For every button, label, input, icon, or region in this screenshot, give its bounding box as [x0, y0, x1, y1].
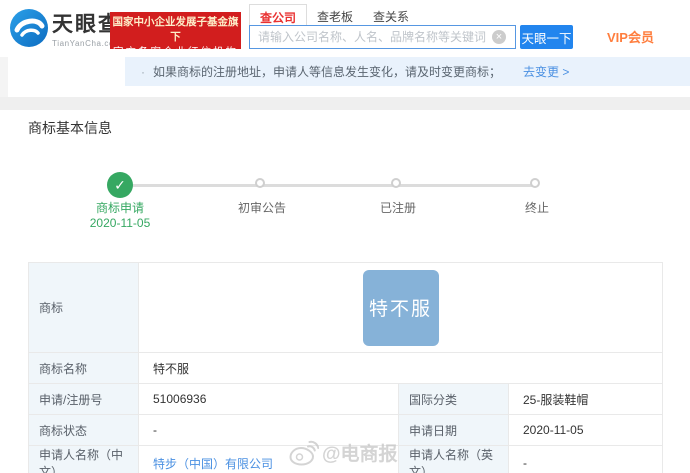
vip-link[interactable]: VIP会员	[607, 27, 654, 46]
trademark-panel: 商标基本信息 ✓ 商标申请 初审公告 已注册 终止 2020-11-05 商标 …	[0, 110, 690, 473]
table-row: 商标名称 特不服	[28, 352, 664, 384]
trademark-image[interactable]: 特不服	[362, 269, 439, 346]
certification-badge: 国家中小企业发展子基金旗下 官方备案企业征信机构	[110, 12, 241, 58]
applicant-en-value: -	[507, 445, 664, 473]
trademark-name-value: 特不服	[137, 352, 664, 384]
intl-class-value: 25-服装鞋帽	[507, 383, 664, 415]
application-date-value: 2020-11-05	[507, 414, 664, 446]
timeline-dot	[255, 178, 265, 188]
timeline-dot	[391, 178, 401, 188]
row-label: 申请人名称（中文）	[28, 445, 139, 473]
table-row: 申请/注册号 51006936 国际分类 25-服装鞋帽	[28, 383, 664, 415]
table-row: 申请人名称（中文） 特步（中国）有限公司 申请人名称（英文） -	[28, 445, 664, 473]
row-label: 申请日期	[398, 414, 509, 446]
left-gutter	[0, 57, 8, 97]
search-tabs: 查公司 查老板 查关系	[249, 4, 419, 25]
row-label: 国际分类	[398, 383, 509, 415]
table-row: 商标 特不服	[28, 262, 664, 353]
section-divider	[0, 97, 690, 110]
timeline-step-label: 已注册	[379, 201, 416, 215]
timeline-dot	[530, 178, 540, 188]
row-label: 申请/注册号	[28, 383, 139, 415]
row-label: 商标状态	[28, 414, 139, 446]
tab-relation[interactable]: 查关系	[363, 4, 419, 25]
row-label: 商标	[28, 262, 139, 353]
notice-bar: · 如果商标的注册地址，申请人等信息发生变化，请及时变更商标； 去变更 >	[125, 57, 690, 86]
notice-text: 如果商标的注册地址，申请人等信息发生变化，请及时变更商标；	[153, 65, 502, 79]
timeline-track	[120, 184, 537, 187]
page: 天眼查 TianYanCha.com 国家中小企业发展子基金旗下 官方备案企业征…	[0, 0, 690, 473]
registration-number-value: 51006936	[138, 383, 399, 415]
tab-boss[interactable]: 查老板	[307, 4, 363, 25]
timeline-step-label: 终止	[524, 201, 549, 215]
trademark-status-value: -	[138, 414, 399, 446]
badge-line1: 国家中小企业发展子基金旗下	[112, 16, 239, 43]
applicant-company-link[interactable]: 特步（中国）有限公司	[153, 457, 273, 471]
search-button[interactable]: 天眼一下	[520, 25, 573, 49]
timeline-step-label: 商标申请	[95, 201, 144, 215]
section-title: 商标基本信息	[28, 120, 112, 136]
tianyancha-logo-icon	[10, 9, 48, 47]
row-label: 商标名称	[28, 352, 139, 384]
tianyancha-logo[interactable]: 天眼查 TianYanCha.com	[10, 9, 121, 48]
notice-bullet: ·	[141, 64, 145, 79]
search-input[interactable]	[249, 25, 516, 49]
trademark-info-table: 商标 特不服 商标名称 特不服 申请/注册号 51006936 国际分类 25-…	[28, 262, 664, 473]
tab-company[interactable]: 查公司	[249, 4, 308, 25]
table-row: 商标状态 - 申请日期 2020-11-05	[28, 414, 664, 446]
timeline-step-label: 初审公告	[237, 201, 286, 215]
change-trademark-link[interactable]: 去变更 >	[523, 63, 569, 80]
row-label: 申请人名称（英文）	[398, 445, 509, 473]
site-header: 天眼查 TianYanCha.com 国家中小企业发展子基金旗下 官方备案企业征…	[0, 0, 690, 58]
clear-input-icon[interactable]: ×	[492, 30, 506, 44]
timeline-step-date: 2020-11-05	[89, 216, 151, 230]
check-icon: ✓	[107, 172, 133, 198]
